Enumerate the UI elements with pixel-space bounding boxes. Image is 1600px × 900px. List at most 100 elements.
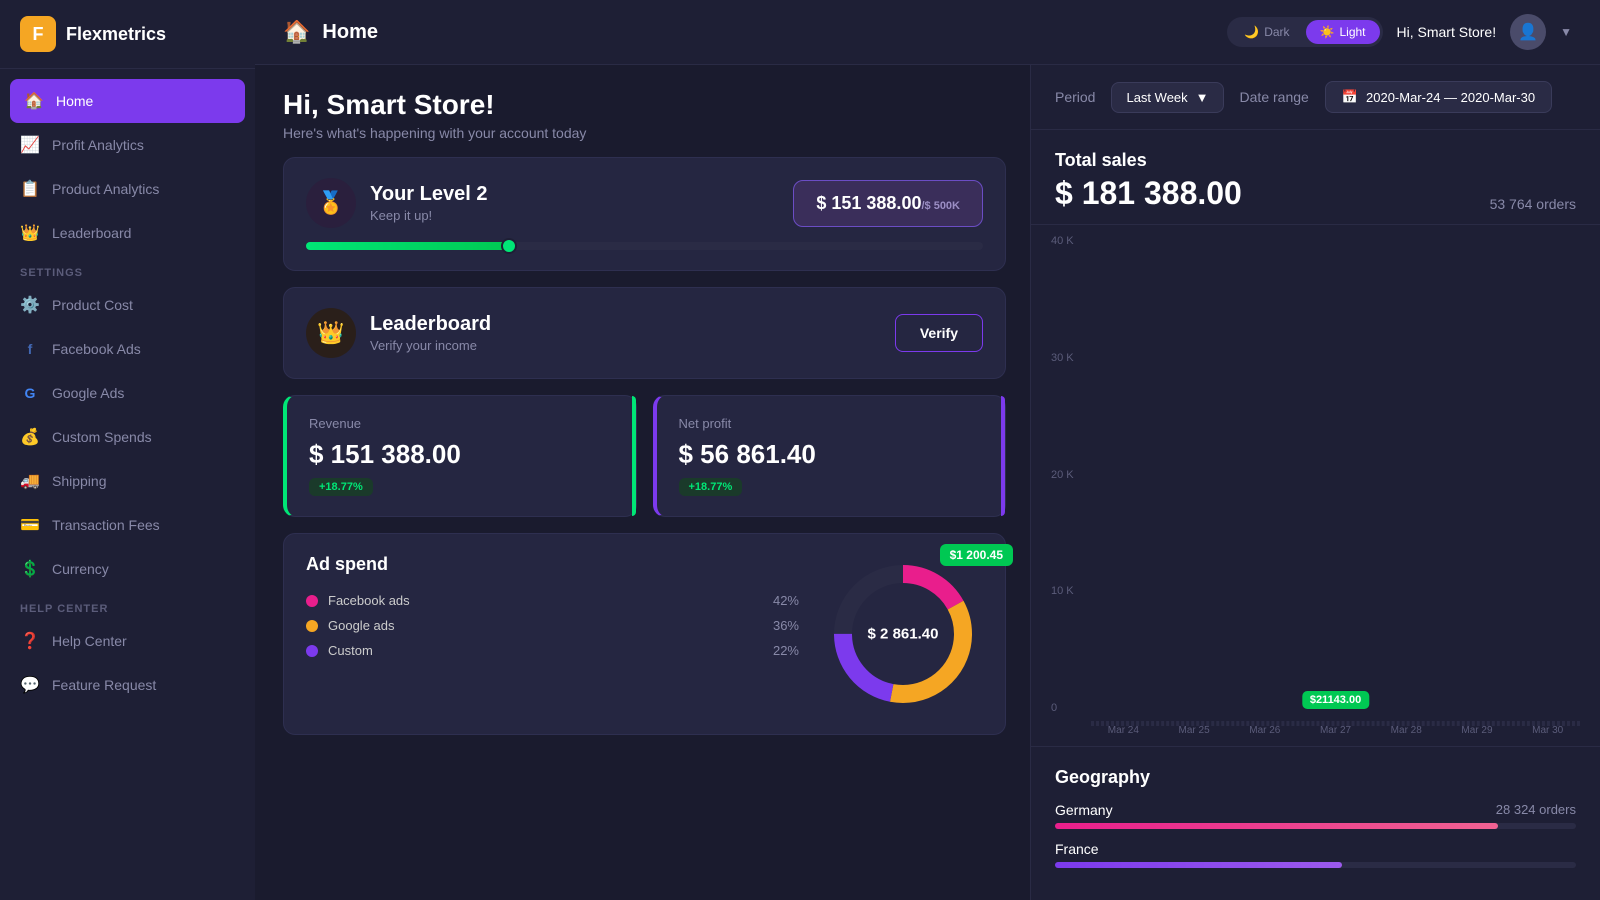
user-avatar[interactable]: 👤 xyxy=(1510,14,1546,50)
leaderboard-card: 👑 Leaderboard Verify your income Verify xyxy=(283,287,1006,379)
total-sales-row: $ 181 388.00 53 764 orders xyxy=(1055,175,1576,212)
sidebar-item-transaction-fees[interactable]: 💳 Transaction Fees xyxy=(0,503,255,547)
home-icon: 🏠 xyxy=(24,91,44,111)
level-progress-fill xyxy=(306,242,509,250)
sidebar-item-label: Help Center xyxy=(52,633,127,649)
sidebar-item-label: Google Ads xyxy=(52,385,124,401)
theme-light-button[interactable]: ☀️ Light xyxy=(1306,20,1380,44)
sidebar-item-home[interactable]: 🏠 Home xyxy=(10,79,245,123)
total-orders: 53 764 orders xyxy=(1490,196,1576,212)
bar-label-mar-24: Mar 24 xyxy=(1108,725,1139,736)
moon-icon: 🌙 xyxy=(1244,25,1259,39)
sidebar-item-leaderboard[interactable]: 👑 Leaderboard xyxy=(0,211,255,255)
bar-col-mar-30: Mar 30 xyxy=(1515,721,1580,736)
theme-toggle[interactable]: 🌙 Dark ☀️ Light xyxy=(1227,17,1382,47)
revenue-label: Revenue xyxy=(309,416,614,431)
sidebar-item-label: Feature Request xyxy=(52,677,156,693)
sidebar-item-product-cost[interactable]: ⚙️ Product Cost xyxy=(0,283,255,327)
y-label-20k: 20 K xyxy=(1051,469,1081,481)
sidebar-item-shipping[interactable]: 🚚 Shipping xyxy=(0,459,255,503)
sidebar: F Flexmetrics 🏠 Home 📈 Profit Analytics … xyxy=(0,0,255,900)
topbar: 🏠 Home 🌙 Dark ☀️ Light Hi, Smart Store! … xyxy=(255,0,1600,65)
currency-icon: 💲 xyxy=(20,559,40,579)
profit-card: Net profit $ 56 861.40 +18.77% xyxy=(653,395,1007,517)
geo-bar-bg-germany xyxy=(1055,823,1576,829)
revenue-value: $ 151 388.00 xyxy=(309,439,614,470)
sidebar-item-profit-analytics[interactable]: 📈 Profit Analytics xyxy=(0,123,255,167)
period-value: Last Week xyxy=(1126,90,1187,105)
revenue-change-badge: +18.77% xyxy=(309,478,373,496)
level-badge-icon: 🏅 xyxy=(306,178,356,228)
ad-spend-left: Ad spend Facebook ads 42% Google ads 36% xyxy=(306,554,799,658)
level-progress-dot xyxy=(501,238,517,254)
dashboard-body: Hi, Smart Store! Here's what's happening… xyxy=(255,65,1600,900)
help-section-label: HELP CENTER xyxy=(0,591,255,619)
theme-dark-button[interactable]: 🌙 Dark xyxy=(1230,20,1303,44)
level-progress-bar-container xyxy=(306,242,983,250)
main-content: 🏠 Home 🌙 Dark ☀️ Light Hi, Smart Store! … xyxy=(255,0,1600,900)
level-amount: $ 151 388.00 xyxy=(816,193,921,213)
settings-section-label: SETTINGS xyxy=(0,255,255,283)
left-panel: Hi, Smart Store! Here's what's happening… xyxy=(255,65,1030,900)
sidebar-item-feature-request[interactable]: 💬 Feature Request xyxy=(0,663,255,707)
sun-icon: ☀️ xyxy=(1320,25,1335,39)
y-label-40k: 40 K xyxy=(1051,235,1081,247)
legend-item-google: Google ads 36% xyxy=(306,618,799,633)
sidebar-item-label: Facebook Ads xyxy=(52,341,141,357)
total-sales-value: $ 181 388.00 xyxy=(1055,175,1242,212)
facebook-ads-icon: f xyxy=(20,339,40,359)
google-legend-label: Google ads xyxy=(328,618,763,633)
profit-analytics-icon: 📈 xyxy=(20,135,40,155)
sidebar-item-label: Product Analytics xyxy=(52,181,159,197)
right-panel: Period Last Week ▼ Date range 📅 2020-Mar… xyxy=(1030,65,1600,900)
y-label-30k: 30 K xyxy=(1051,352,1081,364)
custom-legend-label: Custom xyxy=(328,643,763,658)
geo-bar-fill-france xyxy=(1055,862,1342,868)
sidebar-item-google-ads[interactable]: G Google Ads xyxy=(0,371,255,415)
greeting-title: Hi, Smart Store! xyxy=(283,89,1006,121)
bar-col-mar-28: Mar 28 xyxy=(1374,721,1439,736)
leaderboard-subtitle: Verify your income xyxy=(370,338,491,353)
custom-spends-icon: 💰 xyxy=(20,427,40,447)
sidebar-item-product-analytics[interactable]: 📋 Product Analytics xyxy=(0,167,255,211)
sidebar-item-label: Profit Analytics xyxy=(52,137,144,153)
level-top: 🏅 Your Level 2 Keep it up! $ 151 388.00/… xyxy=(306,178,983,228)
bar-tooltip: $21143.00 xyxy=(1302,691,1369,709)
facebook-legend-pct: 42% xyxy=(773,593,799,608)
donut-total-value: $ 2 861.40 xyxy=(868,626,939,643)
y-label-10k: 10 K xyxy=(1051,585,1081,597)
bar-label-mar-27: Mar 27 xyxy=(1320,725,1351,736)
sidebar-item-label: Transaction Fees xyxy=(52,517,160,533)
sidebar-logo: F Flexmetrics xyxy=(0,0,255,69)
total-sales-section: Total sales $ 181 388.00 53 764 orders xyxy=(1031,130,1600,225)
level-amount-box: $ 151 388.00/$ 500K xyxy=(793,180,983,227)
sidebar-item-currency[interactable]: 💲 Currency xyxy=(0,547,255,591)
period-select[interactable]: Last Week ▼ xyxy=(1111,82,1223,113)
profit-accent-bar xyxy=(1001,396,1005,516)
sidebar-item-help-center[interactable]: ❓ Help Center xyxy=(0,619,255,663)
topbar-home-icon: 🏠 xyxy=(283,19,310,45)
level-card: 🏅 Your Level 2 Keep it up! $ 151 388.00/… xyxy=(283,157,1006,271)
verify-button[interactable]: Verify xyxy=(895,314,983,352)
total-sales-label: Total sales xyxy=(1055,150,1576,171)
help-center-icon: ❓ xyxy=(20,631,40,651)
facebook-legend-label: Facebook ads xyxy=(328,593,763,608)
app-logo-icon: F xyxy=(20,16,56,52)
bar-label-mar-30: Mar 30 xyxy=(1532,725,1563,736)
leaderboard-crown-icon: 👑 xyxy=(306,308,356,358)
period-bar: Period Last Week ▼ Date range 📅 2020-Mar… xyxy=(1031,65,1600,130)
chevron-down-icon[interactable]: ▼ xyxy=(1560,25,1572,39)
geo-row-france: France xyxy=(1055,841,1576,857)
metrics-row: Revenue $ 151 388.00 +18.77% Net profit … xyxy=(283,395,1006,517)
sidebar-item-facebook-ads[interactable]: f Facebook Ads xyxy=(0,327,255,371)
level-amount-suffix: /$ 500K xyxy=(921,200,960,212)
ad-spend-legend: Facebook ads 42% Google ads 36% Custom 2… xyxy=(306,593,799,658)
bar-label-mar-28: Mar 28 xyxy=(1391,725,1422,736)
topbar-title: Home xyxy=(322,21,378,44)
level-title: Your Level 2 xyxy=(370,183,487,206)
geo-bar-fill-germany xyxy=(1055,823,1498,829)
sidebar-item-custom-spends[interactable]: 💰 Custom Spends xyxy=(0,415,255,459)
google-ads-icon: G xyxy=(20,383,40,403)
date-range-value[interactable]: 📅 2020-Mar-24 — 2020-Mar-30 xyxy=(1325,81,1552,113)
legend-item-facebook: Facebook ads 42% xyxy=(306,593,799,608)
